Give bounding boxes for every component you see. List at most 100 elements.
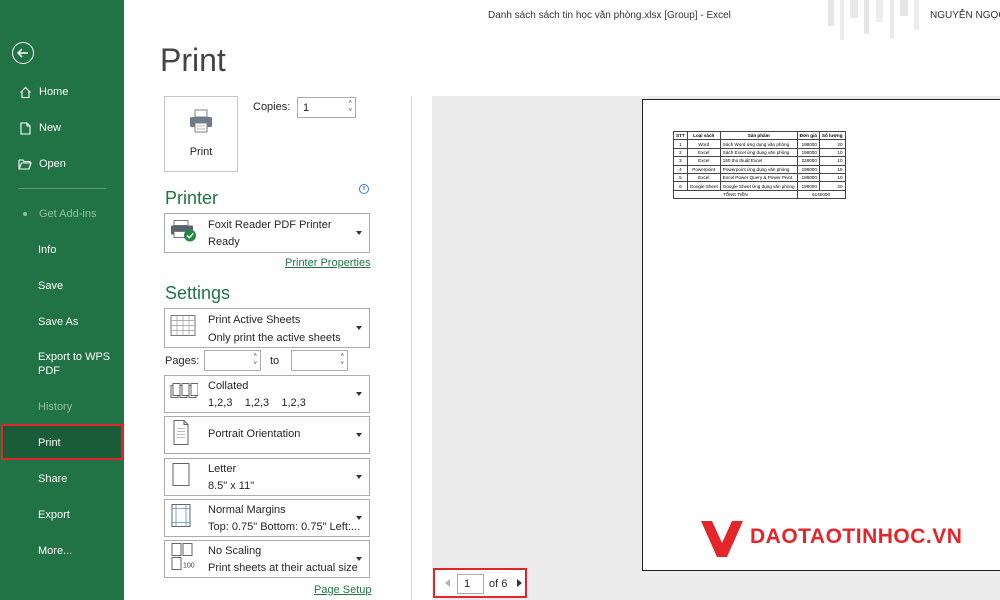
- chevron-down-icon: [356, 516, 362, 520]
- table-cell: 198000: [796, 147, 820, 158]
- nav-print[interactable]: Print: [0, 436, 124, 450]
- table-cell: Excel: [686, 172, 721, 183]
- account-user-name[interactable]: NGUYỄN NGỌC: [930, 10, 1000, 21]
- printer-properties-link[interactable]: Printer Properties: [285, 257, 371, 269]
- collation-desc: 1,2,3 1,2,3 1,2,3: [208, 397, 306, 409]
- nav-home[interactable]: Home: [0, 85, 124, 99]
- margins-dropdown[interactable]: Normal Margins Top: 0.75" Bottom: 0.75" …: [164, 499, 370, 537]
- chevron-down-icon: [356, 557, 362, 561]
- header-cell: STT: [673, 130, 688, 141]
- scaling-icon: 100: [170, 543, 198, 576]
- nav-export[interactable]: Export: [0, 508, 124, 522]
- pages-from-input[interactable]: ˄ ˅: [204, 350, 261, 371]
- header-cell: Đơn giá: [796, 130, 820, 141]
- table-cell: Excel: [686, 147, 721, 158]
- collation-dropdown[interactable]: Collated 1,2,3 1,2,3 1,2,3: [164, 375, 370, 413]
- nav-more[interactable]: More...: [0, 544, 124, 558]
- addins-dot-icon: [18, 207, 32, 221]
- orientation-title: Portrait Orientation: [208, 428, 301, 440]
- table-cell: 1: [673, 139, 688, 149]
- collated-pages-icon: [170, 383, 199, 406]
- total-label: TỔNG TIỀN: [673, 189, 798, 200]
- nav-home-label: Home: [39, 86, 69, 98]
- stepper-arrows-icon[interactable]: ˄ ˅: [340, 352, 344, 368]
- table-cell: 198000: [796, 164, 820, 174]
- table-cell: 198000: [796, 139, 820, 149]
- scaling-dropdown[interactable]: 100 No Scaling Print sheets at their act…: [164, 540, 370, 578]
- copies-stepper[interactable]: 1 ˄ ˅: [297, 97, 356, 118]
- table-cell: Powerpoint: [686, 164, 721, 174]
- pages-to-input[interactable]: ˄ ˅: [291, 350, 348, 371]
- table-row: 6 Google Sheet Google Sheet ứng dụng văn…: [673, 181, 846, 191]
- paper-size-desc: 8.5" x 11": [208, 480, 255, 492]
- dtth-logo-icon: [701, 521, 743, 557]
- stepper-arrows-icon[interactable]: ˄ ˅: [348, 99, 352, 115]
- nav-export-wps-pdf[interactable]: Export to WPS PDF: [0, 350, 124, 378]
- settings-heading: Settings: [165, 283, 231, 303]
- current-page-input[interactable]: 1: [457, 574, 484, 594]
- preview-page: STT Loại sách Sản phẩm Đơn giá Số lượng …: [642, 99, 1000, 571]
- header-cell: Số lượng: [818, 130, 846, 141]
- table-cell: Google Sheet ứng dụng văn phòng: [719, 181, 798, 191]
- margins-desc: Top: 0.75" Bottom: 0.75" Left:...: [208, 521, 361, 533]
- window-title: Danh sách sách tin học văn phòng.xlsx [G…: [488, 10, 731, 21]
- table-cell: Sách Excel ứng dụng văn phòng: [719, 147, 798, 158]
- print-button[interactable]: Print: [164, 96, 238, 172]
- table-cell: Excel: [686, 156, 721, 166]
- orientation-dropdown[interactable]: Portrait Orientation: [164, 416, 370, 454]
- nav-history-label: History: [38, 401, 73, 413]
- table-cell: 10: [818, 147, 846, 158]
- nav-new[interactable]: New: [0, 121, 124, 135]
- nav-share[interactable]: Share: [0, 472, 124, 486]
- table-row: 5 Excel Excel Power Query & Power Pivot …: [673, 172, 846, 183]
- sheet-grid-icon: [170, 315, 196, 342]
- svg-text:100: 100: [183, 563, 195, 570]
- paper-size-dropdown[interactable]: Letter 8.5" x 11": [164, 458, 370, 496]
- nav-info[interactable]: Info: [0, 243, 124, 257]
- next-page-icon[interactable]: [517, 579, 522, 587]
- chevron-down-icon: [356, 475, 362, 479]
- page-setup-link[interactable]: Page Setup: [314, 584, 372, 596]
- total-row: TỔNG TIỀN 6140000: [673, 189, 846, 200]
- nav-history: History: [0, 400, 124, 414]
- table-cell: Word: [686, 139, 721, 149]
- nav-info-label: Info: [38, 244, 57, 256]
- previous-page-icon[interactable]: [445, 579, 450, 587]
- nav-open[interactable]: Open: [0, 157, 124, 171]
- nav-get-addins-label: Get Add-ins: [39, 208, 97, 220]
- chevron-down-icon: [356, 392, 362, 396]
- table-cell: Google Sheet: [686, 181, 721, 191]
- collation-title: Collated: [208, 380, 249, 392]
- nav-share-label: Share: [38, 473, 68, 485]
- margins-title: Normal Margins: [208, 504, 286, 516]
- pages-to-label: to: [270, 355, 280, 367]
- table-row: 3 Excel 150 thủ thuật Excel 228000 10: [673, 156, 846, 166]
- nav-save-label: Save: [38, 280, 64, 292]
- paper-size-icon: [170, 462, 192, 493]
- printer-dropdown[interactable]: Foxit Reader PDF Printer Ready: [164, 213, 370, 253]
- print-what-dropdown[interactable]: Print Active Sheets Only print the activ…: [164, 308, 370, 348]
- table-row: 2 Excel Sách Excel ứng dụng văn phòng 19…: [673, 147, 846, 158]
- scaling-desc: Print sheets at their actual size: [208, 562, 358, 574]
- copies-label: Copies:: [253, 101, 291, 113]
- paper-size-title: Letter: [208, 463, 237, 475]
- table-cell: Excel Power Query & Power Pivot: [719, 172, 798, 183]
- pages-label: Pages:: [165, 355, 200, 367]
- printer-icon: [188, 109, 214, 138]
- back-arrow-icon[interactable]: [12, 42, 34, 64]
- chevron-down-icon: [356, 326, 362, 330]
- table-cell: 2: [673, 147, 688, 158]
- nav-new-label: New: [39, 122, 62, 134]
- folder-open-icon: [18, 157, 32, 171]
- nav-export-pdf-label: PDF: [38, 365, 60, 377]
- printer-name: Foxit Reader PDF Printer: [208, 219, 332, 231]
- info-icon[interactable]: i: [359, 184, 369, 194]
- nav-save[interactable]: Save: [0, 279, 124, 293]
- table-cell: Sách Word ứng dụng văn phòng: [719, 139, 798, 149]
- chevron-down-icon: [356, 433, 362, 437]
- stepper-arrows-icon[interactable]: ˄ ˅: [253, 352, 257, 368]
- nav-save-as[interactable]: Save As: [0, 315, 124, 329]
- page-title: Print: [160, 42, 226, 78]
- nav-more-label: More...: [38, 545, 73, 557]
- printer-status: Ready: [208, 236, 240, 248]
